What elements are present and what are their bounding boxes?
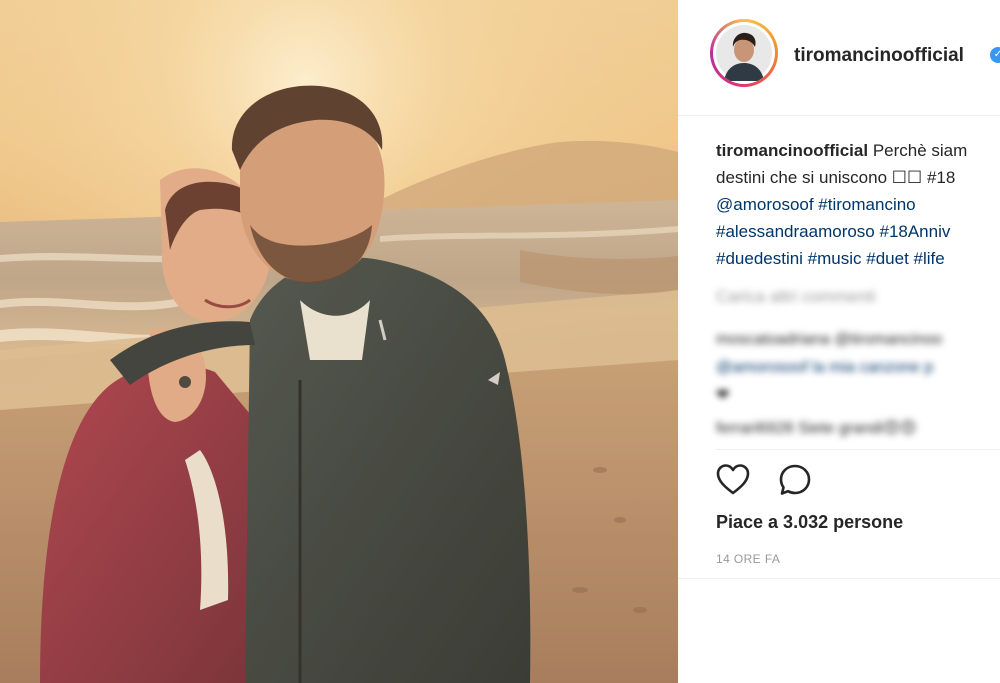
caption-line-2: destini che si uniscono ☐☐ #18 bbox=[716, 168, 956, 187]
comment-line: ❤ bbox=[716, 387, 730, 404]
avatar[interactable] bbox=[710, 19, 778, 87]
avatar-portrait-illustration bbox=[716, 25, 772, 81]
comment: ferrari6928 Siete grandi😍😍 bbox=[716, 420, 917, 437]
header-username[interactable]: tiromancinoofficial bbox=[794, 45, 964, 67]
caption-username[interactable]: tiromancinoofficial bbox=[716, 141, 868, 160]
post-timestamp[interactable]: 14 ORE FA bbox=[716, 552, 780, 566]
verified-badge-icon: ✓ bbox=[990, 47, 1000, 63]
post-photo[interactable] bbox=[0, 0, 678, 683]
post-caption: tiromancinoofficial Perchè siam destini … bbox=[716, 137, 1000, 272]
comment-line: moscatoadriana @tiromancinoo bbox=[716, 331, 943, 348]
caption-line-1: tiromancinoofficial Perchè siam bbox=[716, 137, 1000, 164]
caption-line-5[interactable]: #duedestini #music #duet #life bbox=[716, 245, 1000, 272]
heart-outline-icon bbox=[716, 464, 750, 495]
comment-button[interactable] bbox=[775, 460, 815, 500]
comment-line: @amorosoof la mia canzone p bbox=[716, 359, 934, 376]
caption-line-3[interactable]: @amorosoof #tiromancino bbox=[716, 191, 1000, 218]
caption-text-start: Perchè siam bbox=[872, 141, 968, 160]
avatar-image bbox=[713, 22, 775, 84]
post-header: tiromancinoofficial ✓ bbox=[678, 0, 1000, 116]
comment: moscatoadriana @tiromancinoo @amorosoof … bbox=[716, 326, 942, 410]
divider bbox=[716, 449, 1000, 450]
like-button[interactable] bbox=[713, 460, 753, 500]
beach-photo-illustration bbox=[0, 0, 678, 683]
likes-count[interactable]: Piace a 3.032 persone bbox=[716, 512, 903, 533]
divider bbox=[678, 578, 1000, 579]
post-sidebar: tiromancinoofficial ✓ tiromancinoofficia… bbox=[678, 0, 1000, 683]
speech-bubble-icon bbox=[779, 464, 811, 495]
caption-line-4[interactable]: #alessandraamoroso #18Anniv bbox=[716, 218, 1000, 245]
load-more-comments-link[interactable]: Carica altri commenti bbox=[716, 287, 876, 307]
